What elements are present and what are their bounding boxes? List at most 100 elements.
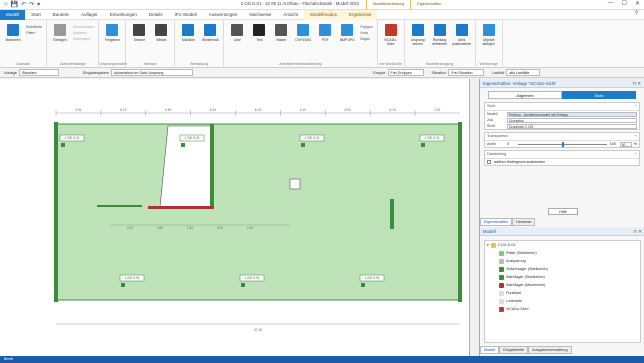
slider-thumb[interactable] — [562, 141, 565, 147]
wall-inner[interactable] — [390, 199, 394, 229]
column[interactable] — [301, 143, 305, 147]
eingabe-select[interactable]: Automatisch im Sicht-Ursprung — [110, 69, 193, 76]
situation-select[interactable]: Frei Situation — [448, 69, 485, 76]
wall-inner-2[interactable] — [97, 205, 142, 207]
tab-sicht[interactable]: Sicht — [562, 91, 636, 99]
column[interactable] — [361, 283, 365, 287]
wall-left[interactable] — [54, 122, 58, 302]
kopieren-button[interactable]: Kopieren — [73, 31, 94, 35]
tree-item[interactable]: Linienlast — [485, 297, 640, 305]
tab-ausgabenverwaltung[interactable]: Ausgabenverwaltung — [528, 346, 572, 354]
tab-eingabehilfe[interactable]: Eingabehilfe — [499, 346, 529, 354]
layer-icon — [499, 282, 504, 288]
column-marker[interactable] — [289, 178, 301, 190]
gruppe-select[interactable]: Frei Gruppen — [387, 69, 424, 76]
save-icon[interactable]: 💾 — [11, 1, 18, 8]
tree-item[interactable]: ViCADo-Sicht — [485, 305, 640, 313]
kreis-button[interactable]: Kreis — [360, 31, 372, 35]
column[interactable] — [241, 283, 245, 287]
tab-modell[interactable]: Modell — [480, 346, 500, 354]
collapse-icon[interactable]: ⌃ — [634, 134, 637, 139]
column-label: 1 200 S 51 — [244, 276, 260, 280]
help-icon[interactable]: ? — [635, 11, 638, 17]
panel-pin-close-icon[interactable]: ⊓ ✕ — [632, 79, 641, 88]
row-sicht: Sicht Draufsicht 2.OG — [485, 123, 639, 129]
tree-item[interactable]: Wandlager (Mauerwerk) — [485, 281, 640, 289]
ribbon-group-messen: Strecke Winkel Messen — [126, 20, 176, 68]
selektierte-button[interactable]: Selektierte — [26, 25, 42, 29]
freigeben-icon — [106, 24, 119, 36]
slab[interactable] — [55, 123, 461, 301]
tree-item[interactable]: Stützenlager (Stahlbeton) — [485, 265, 640, 273]
anteil-slider[interactable] — [518, 141, 607, 147]
objekte-ablegen-icon — [482, 24, 495, 36]
column[interactable] — [61, 143, 65, 147]
tab-ansicht[interactable]: Ansicht — [277, 10, 304, 20]
transparenz-header[interactable]: Transparenz ⌃ — [485, 133, 639, 141]
eingabe-label: Eingabesystem — [82, 70, 109, 75]
tree-root[interactable]: ▾ 2.OG.D.01 — [485, 241, 640, 249]
tab-nachweise[interactable]: Nachweise — [243, 10, 277, 20]
masonry-wall[interactable] — [148, 206, 214, 209]
sicht-header[interactable]: Sicht ⌃ — [485, 103, 639, 111]
tab-auswertungen[interactable]: Auswertungen — [203, 10, 244, 20]
model-tree: ▾ 2.OG.D.01 Platte (Stahlbeton) Aussparung… — [484, 240, 641, 343]
vorlage-select[interactable]: Standard — [18, 69, 59, 76]
tree-item[interactable]: Punktlast — [485, 289, 640, 297]
floor-plan[interactable]: 3.51 6.13 6.90 6.10 6.10 6.10 6.00 6.10 3.51 37.1… — [0, 79, 470, 356]
close-icon[interactable]: ✕ — [635, 0, 640, 7]
drawing-canvas[interactable]: 3.51 6.13 6.90 6.10 6.10 6.10 6.00 6.10 3.51 37.1… — [0, 79, 470, 356]
button-label: BMP/JPG — [339, 38, 355, 42]
anteil-input[interactable]: 50 — [619, 141, 632, 147]
tab-modellmodus[interactable]: Modellmodus — [304, 9, 343, 20]
tab-auflager[interactable]: Auflager — [75, 10, 104, 20]
title-bar: ⌂ 💾 ↶ ↷ ▾ 2.OG.D.01 - 22 09 11 Archbau -… — [0, 0, 644, 10]
ribbon-group-ursprungsmodell: Freigeben Ursprungsmodell — [99, 20, 127, 68]
tab-modell[interactable]: Modell — [0, 9, 26, 20]
zus-select[interactable]: Grundriss — [507, 117, 637, 123]
filtern-button[interactable]: Filtern — [26, 31, 42, 35]
sicht-select[interactable]: Draufsicht 2.OG — [507, 123, 637, 129]
tab-ifc-modell[interactable]: IFC-Modell — [169, 10, 203, 20]
bogen-button[interactable]: Bogen — [360, 37, 372, 41]
tab-allgemein[interactable]: Allgemein — [488, 91, 562, 99]
column[interactable] — [421, 143, 425, 147]
app-icon[interactable]: ⌂ — [4, 1, 8, 8]
wall-right[interactable] — [458, 122, 462, 302]
tree-item[interactable]: Platte (Stahlbeton) — [485, 249, 640, 257]
folder-icon — [490, 242, 496, 248]
gruppe-label: Gruppe — [372, 70, 386, 75]
tab-ergebnisse[interactable]: Ergebnisse — [342, 9, 378, 20]
tree-item[interactable]: Wandlager (Stahlbeton) — [485, 273, 640, 281]
ribbon-group-auswahl: Markieren Selektierte Filtern Auswahl — [0, 20, 48, 68]
lastfall-select[interactable]: alle Lastfälle — [506, 69, 541, 76]
model-pin-close-icon[interactable]: ⊓ ✕ — [633, 227, 642, 236]
collapse-icon[interactable]: ⌃ — [634, 104, 637, 109]
expand-icon[interactable]: ▾ — [487, 243, 489, 247]
lastfall-label: Lastfall — [492, 70, 505, 75]
tree-item[interactable]: Aussparung — [485, 257, 640, 265]
wall-core[interactable] — [210, 124, 214, 208]
tab-bauteile[interactable]: Bauteile — [47, 10, 75, 20]
tab-start[interactable]: Start — [25, 10, 47, 20]
tab-eigenschaften[interactable]: Eigenschaften — [480, 218, 513, 226]
column[interactable] — [181, 143, 185, 147]
tab-einwirkungen[interactable]: Einwirkungen — [104, 10, 143, 20]
-bertragen-button[interactable]: Übertragen — [73, 37, 94, 41]
model-bottom-tabs: Modell Eingabehilfe Ausgabenverwaltung — [480, 346, 572, 354]
modell-select[interactable]: Rohbau - Architekturmodell mit Rohbau — [507, 111, 637, 117]
redo-icon[interactable]: ↷ — [29, 1, 34, 8]
collapse-icon[interactable]: ⌃ — [634, 152, 637, 157]
undo-icon[interactable]: ↶ — [21, 1, 26, 8]
ausschneiden-button[interactable]: Ausschneiden — [73, 25, 94, 29]
tab-details[interactable]: Details — [143, 10, 169, 20]
hintergrund-checkbox[interactable] — [487, 160, 491, 164]
tab-hinweise[interactable]: Hinweise — [512, 218, 536, 226]
minimize-icon[interactable]: — — [608, 0, 614, 7]
column[interactable] — [121, 283, 125, 287]
polygon-button[interactable]: Polygon — [360, 25, 372, 29]
customize-icon[interactable]: ▾ — [37, 1, 40, 8]
hilfe-button[interactable]: Hilfe — [548, 208, 578, 215]
darstellung-header[interactable]: Darstellung ⌃ — [485, 151, 639, 159]
maximize-icon[interactable]: ☐ — [622, 0, 627, 7]
